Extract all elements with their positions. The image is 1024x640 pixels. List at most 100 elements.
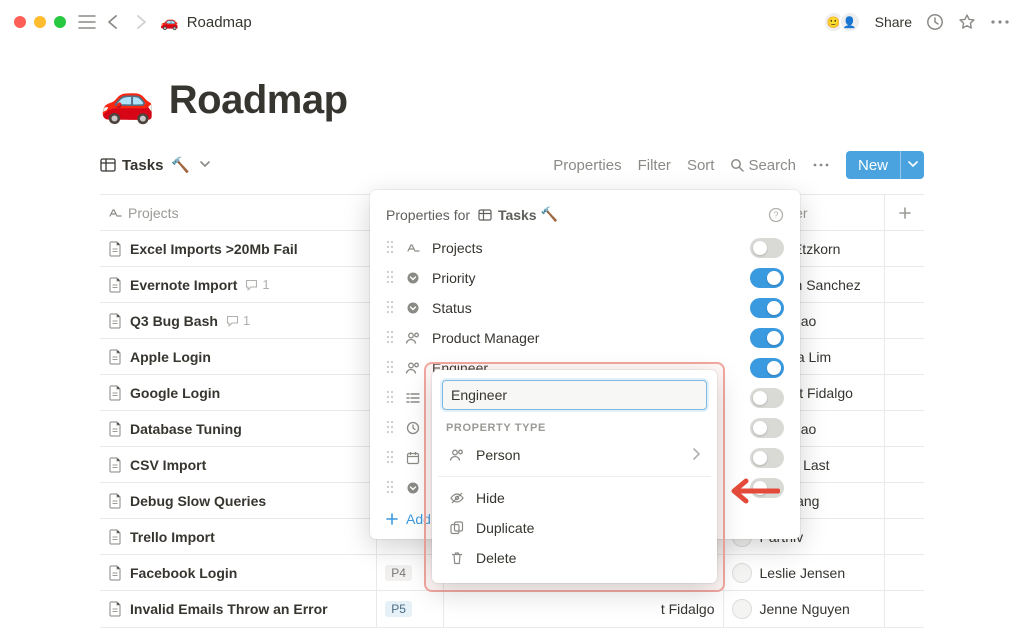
chevron-right-icon bbox=[693, 447, 701, 463]
view-selector[interactable]: Tasks 🔨 bbox=[100, 156, 210, 174]
breadcrumb[interactable]: 🚗 Roadmap bbox=[160, 13, 252, 31]
duplicate-icon bbox=[448, 521, 466, 535]
cell-pm[interactable]: t Fidalgo bbox=[444, 591, 723, 627]
page-icon bbox=[108, 313, 122, 329]
hide-icon bbox=[448, 491, 466, 505]
property-type-row[interactable]: Person bbox=[442, 440, 707, 470]
updates-icon[interactable] bbox=[926, 13, 944, 31]
drag-handle-icon[interactable] bbox=[386, 420, 394, 437]
avatar: 👤 bbox=[839, 11, 861, 33]
properties-heading-prefix: Properties for bbox=[386, 207, 470, 223]
cell-priority[interactable]: P5 bbox=[377, 591, 444, 627]
cell-engineer[interactable]: Leslie Jensen bbox=[724, 555, 886, 590]
cell-title[interactable]: Google Login bbox=[100, 375, 377, 410]
visibility-toggle[interactable] bbox=[750, 238, 784, 258]
window-zoom-icon[interactable] bbox=[54, 16, 66, 28]
property-delete-label: Delete bbox=[476, 550, 516, 566]
window-minimize-icon[interactable] bbox=[34, 16, 46, 28]
sidebar-toggle-icon[interactable] bbox=[78, 15, 96, 29]
view-name: Tasks bbox=[122, 157, 163, 174]
page-icon bbox=[108, 421, 122, 437]
properties-button[interactable]: Properties bbox=[553, 157, 621, 174]
page-icon bbox=[108, 565, 122, 581]
new-button[interactable]: New bbox=[846, 151, 924, 179]
comments-indicator[interactable]: 1 bbox=[226, 313, 250, 328]
nav-controls bbox=[78, 15, 148, 29]
time-prop-icon bbox=[404, 421, 422, 435]
help-icon[interactable]: ? bbox=[768, 207, 784, 223]
comments-indicator[interactable]: 1 bbox=[245, 277, 269, 292]
page-icon bbox=[108, 493, 122, 509]
property-row[interactable]: Product Manager bbox=[370, 323, 800, 353]
cell-title[interactable]: Facebook Login bbox=[100, 555, 377, 590]
page-emoji-icon[interactable]: 🚗 bbox=[100, 74, 155, 126]
property-duplicate-button[interactable]: Duplicate bbox=[442, 513, 707, 543]
drag-handle-icon[interactable] bbox=[386, 360, 394, 377]
cell-title[interactable]: Database Tuning bbox=[100, 411, 377, 446]
cell-empty bbox=[885, 447, 924, 482]
filter-button[interactable]: Filter bbox=[638, 157, 671, 174]
window-close-icon[interactable] bbox=[14, 16, 26, 28]
cell-title[interactable]: CSV Import bbox=[100, 447, 377, 482]
sort-button[interactable]: Sort bbox=[687, 157, 715, 174]
add-column-button[interactable] bbox=[885, 195, 924, 230]
property-hide-button[interactable]: Hide bbox=[442, 483, 707, 513]
cell-title[interactable]: Apple Login bbox=[100, 339, 377, 374]
date-prop-icon bbox=[404, 451, 422, 465]
topbar-actions: 🙂 👤 Share bbox=[823, 11, 1010, 33]
cell-empty bbox=[885, 303, 924, 338]
breadcrumb-emoji: 🚗 bbox=[160, 13, 179, 31]
visibility-toggle[interactable] bbox=[750, 358, 784, 378]
avatar bbox=[732, 599, 752, 619]
visibility-toggle[interactable] bbox=[750, 388, 784, 408]
view-tool-icon: 🔨 bbox=[171, 156, 190, 174]
table-row[interactable]: Invalid Emails Throw an ErrorP5t Fidalgo… bbox=[100, 591, 924, 627]
cell-title[interactable]: Invalid Emails Throw an Error bbox=[100, 591, 377, 627]
person-prop-icon bbox=[404, 331, 422, 345]
drag-handle-icon[interactable] bbox=[386, 390, 394, 407]
engineer-name: Leslie Jensen bbox=[760, 565, 846, 581]
visibility-toggle[interactable] bbox=[750, 448, 784, 468]
visibility-toggle[interactable] bbox=[750, 298, 784, 318]
page-icon bbox=[108, 457, 122, 473]
favorite-star-icon[interactable] bbox=[958, 13, 976, 31]
drag-handle-icon[interactable] bbox=[386, 300, 394, 317]
visibility-toggle[interactable] bbox=[750, 328, 784, 348]
cell-title[interactable]: Excel Imports >20Mb Fail bbox=[100, 231, 377, 266]
cell-title[interactable]: Q3 Bug Bash1 bbox=[100, 303, 377, 338]
column-projects[interactable]: Projects bbox=[100, 195, 377, 230]
cell-title[interactable]: Evernote Import1 bbox=[100, 267, 377, 302]
drag-handle-icon[interactable] bbox=[386, 450, 394, 467]
table-view-icon bbox=[478, 209, 492, 221]
search-button[interactable]: Search bbox=[730, 157, 796, 174]
presence-avatars[interactable]: 🙂 👤 bbox=[823, 11, 861, 33]
property-edit-popover: PROPERTY TYPE Person Hide Duplicate Dele… bbox=[432, 370, 717, 583]
nav-back-icon[interactable] bbox=[106, 15, 122, 29]
property-delete-button[interactable]: Delete bbox=[442, 543, 707, 573]
page-icon bbox=[108, 385, 122, 401]
drag-handle-icon[interactable] bbox=[386, 330, 394, 347]
cell-engineer[interactable]: Jenne Nguyen bbox=[724, 591, 886, 627]
property-name-input[interactable] bbox=[442, 380, 707, 410]
select-prop-icon bbox=[404, 301, 422, 315]
new-button-dropdown[interactable] bbox=[900, 151, 924, 179]
cell-title[interactable]: Trello Import bbox=[100, 519, 377, 554]
search-icon bbox=[730, 158, 744, 172]
nav-forward-icon[interactable] bbox=[132, 15, 148, 29]
drag-handle-icon[interactable] bbox=[386, 240, 394, 257]
more-icon[interactable] bbox=[990, 19, 1010, 25]
page-icon bbox=[108, 601, 122, 617]
drag-handle-icon[interactable] bbox=[386, 270, 394, 287]
share-button[interactable]: Share bbox=[875, 14, 912, 30]
cell-empty bbox=[885, 375, 924, 410]
visibility-toggle[interactable] bbox=[750, 268, 784, 288]
view-more-icon[interactable] bbox=[812, 162, 830, 168]
cell-title[interactable]: Debug Slow Queries bbox=[100, 483, 377, 518]
property-row[interactable]: Projects bbox=[370, 233, 800, 263]
property-label: Priority bbox=[432, 270, 740, 286]
visibility-toggle[interactable] bbox=[750, 418, 784, 438]
page-title-text[interactable]: Roadmap bbox=[169, 78, 348, 123]
property-row[interactable]: Status bbox=[370, 293, 800, 323]
drag-handle-icon[interactable] bbox=[386, 480, 394, 497]
property-row[interactable]: Priority bbox=[370, 263, 800, 293]
